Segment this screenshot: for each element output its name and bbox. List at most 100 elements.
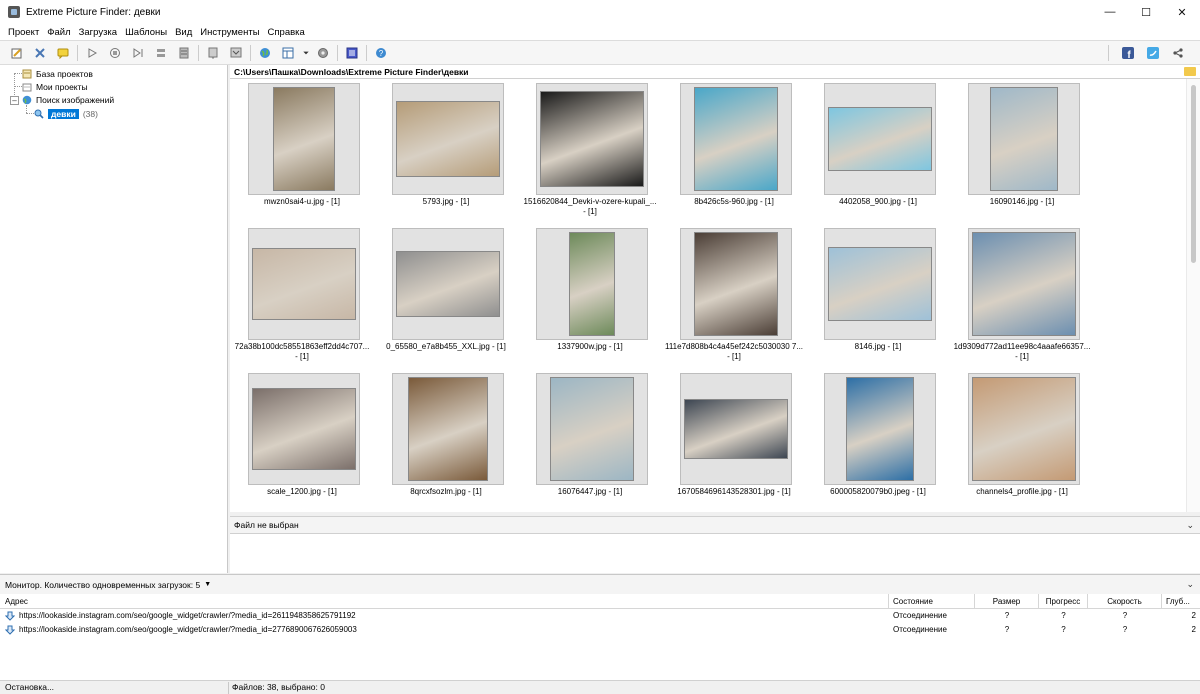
list-button[interactable] <box>175 44 193 62</box>
close-button[interactable]: ✕ <box>1164 0 1200 24</box>
thumbnail-frame[interactable] <box>248 373 360 485</box>
thumbnail-frame[interactable] <box>680 373 792 485</box>
column-state[interactable]: Состояние <box>889 594 975 609</box>
thumbnail-item[interactable]: 1d9309d772ad11ee98c4aaafe66357... - [1] <box>950 226 1090 366</box>
twitter-button[interactable] <box>1144 44 1162 62</box>
menu-help[interactable]: Справка <box>264 27 309 38</box>
thumbnail-item[interactable]: mwzn0sai4-u.jpg - [1] <box>230 81 366 221</box>
facebook-button[interactable]: f <box>1119 44 1137 62</box>
templates-button[interactable] <box>227 44 245 62</box>
start-button[interactable] <box>83 44 101 62</box>
template-button[interactable] <box>204 44 222 62</box>
column-speed[interactable]: Скорость <box>1088 594 1162 609</box>
tree-item-my-projects[interactable]: Мои проекты <box>22 80 88 93</box>
folder-icon[interactable] <box>1184 67 1196 76</box>
download-row[interactable]: https://lookaside.instagram.com/seo/goog… <box>0 609 1200 622</box>
tree-expander[interactable]: – <box>10 96 19 105</box>
thumbnail-image[interactable] <box>972 377 1076 481</box>
column-progress[interactable]: Прогресс <box>1039 594 1088 609</box>
thumbnail-image[interactable] <box>550 377 634 481</box>
thumbnail-frame[interactable] <box>536 83 648 195</box>
thumbnail-image[interactable] <box>828 107 932 171</box>
minimize-button[interactable]: — <box>1092 0 1128 24</box>
thumbnail-image[interactable] <box>828 247 932 321</box>
thumbnail-item[interactable]: 8146.jpg - [1] <box>806 226 942 366</box>
maximize-button[interactable]: ☐ <box>1128 0 1164 24</box>
stack-button[interactable] <box>152 44 170 62</box>
thumbnail-frame[interactable] <box>968 83 1080 195</box>
settings-button[interactable] <box>314 44 332 62</box>
thumbnail-frame[interactable] <box>968 228 1080 340</box>
column-depth[interactable]: Глуб... <box>1162 594 1200 609</box>
thumbnail-frame[interactable] <box>536 228 648 340</box>
tree-item-image-search[interactable]: Поиск изображений <box>22 93 114 106</box>
thumbnail-item[interactable]: 1337900w.jpg - [1] <box>518 226 654 366</box>
edit-button[interactable] <box>8 44 26 62</box>
thumbnail-item[interactable]: 16076447.jpg - [1] <box>518 371 654 511</box>
thumbnail-image[interactable] <box>408 377 488 481</box>
thumbnail-frame[interactable] <box>968 373 1080 485</box>
chevron-down-icon[interactable]: ⌄ <box>1186 579 1194 590</box>
thumbnail-image[interactable] <box>273 87 335 191</box>
download-row[interactable]: https://lookaside.instagram.com/seo/goog… <box>0 623 1200 636</box>
menu-download[interactable]: Загрузка <box>75 27 121 38</box>
comment-button[interactable] <box>54 44 72 62</box>
thumbnail-item[interactable]: 16090146.jpg - [1] <box>950 81 1086 221</box>
globe-button[interactable] <box>256 44 274 62</box>
thumbnail-frame[interactable] <box>248 83 360 195</box>
gallery-scrollbar[interactable] <box>1186 79 1200 512</box>
thumbnail-item[interactable]: 1516620844_Devki-v-ozere-kupali_... - [1] <box>518 81 656 221</box>
thumbnail-frame[interactable] <box>248 228 360 340</box>
thumbnail-item[interactable]: 1670584696143528301.jpg - [1] <box>662 371 798 511</box>
tree-item-devki[interactable]: девки (38) <box>34 107 98 120</box>
dropdown-arrow[interactable] <box>302 44 310 62</box>
thumbnail-item[interactable]: 111e7d808b4c4a45ef242c5030030 7... - [1] <box>662 226 803 366</box>
thumbnail-frame[interactable] <box>824 373 936 485</box>
thumbnail-image[interactable] <box>569 232 615 336</box>
menu-project[interactable]: Проект <box>4 27 43 38</box>
thumbnail-image[interactable] <box>684 399 788 459</box>
scrollbar-thumb[interactable] <box>1191 85 1196 263</box>
stop-button[interactable] <box>106 44 124 62</box>
thumbnail-frame[interactable] <box>824 83 936 195</box>
thumbnail-image[interactable] <box>252 248 356 320</box>
column-size[interactable]: Размер <box>975 594 1039 609</box>
help-button[interactable]: ? <box>372 44 390 62</box>
thumbnail-item[interactable]: 5793.jpg - [1] <box>374 81 510 221</box>
thumbnail-frame[interactable] <box>392 83 504 195</box>
thumbnail-image[interactable] <box>252 388 356 470</box>
thumbnail-frame[interactable] <box>392 373 504 485</box>
menu-file[interactable]: Файл <box>43 27 74 38</box>
thumbnail-item[interactable]: scale_1200.jpg - [1] <box>230 371 366 511</box>
thumbnail-item[interactable]: 8qrcxfsozlm.jpg - [1] <box>374 371 510 511</box>
tools-button[interactable] <box>31 44 49 62</box>
file-info-header[interactable]: Файл не выбран ⌄ <box>230 516 1200 534</box>
menu-templates[interactable]: Шаблоны <box>121 27 171 38</box>
thumbnail-image[interactable] <box>990 87 1058 191</box>
thumbnail-item[interactable]: 600005820079b0.jpeg - [1] <box>806 371 942 511</box>
thumbnail-image[interactable] <box>694 87 778 191</box>
thumbnail-image[interactable] <box>972 232 1076 336</box>
thumbnail-image[interactable] <box>396 101 500 177</box>
thumbnail-image[interactable] <box>396 251 500 317</box>
download-monitor-header[interactable]: Монитор. Количество одновременных загруз… <box>0 574 1200 594</box>
thumbnail-item[interactable]: channels4_profile.jpg - [1] <box>950 371 1086 511</box>
thumbnail-item[interactable]: 72a38b100dc58551863eff2dd4c707... - [1] <box>230 226 369 366</box>
play-next-button[interactable] <box>129 44 147 62</box>
chevron-down-icon[interactable]: ⌄ <box>1186 520 1194 531</box>
share-button[interactable] <box>1169 44 1187 62</box>
column-address[interactable]: Адрес <box>0 594 889 609</box>
thumbnail-frame[interactable] <box>680 228 792 340</box>
monitor-button[interactable] <box>343 44 361 62</box>
thumbnail-frame[interactable] <box>392 228 504 340</box>
thumbnail-frame[interactable] <box>680 83 792 195</box>
thumbnail-frame[interactable] <box>824 228 936 340</box>
caret-down-icon[interactable]: ▼ <box>204 581 211 588</box>
thumbnail-item[interactable]: 0_65580_e7a8b455_XXL.jpg - [1] <box>374 226 510 366</box>
thumbnail-image[interactable] <box>694 232 778 336</box>
menu-tools[interactable]: Инструменты <box>196 27 263 38</box>
thumbnail-item[interactable]: 8b426c5s-960.jpg - [1] <box>662 81 798 221</box>
thumbnail-image[interactable] <box>846 377 914 481</box>
thumbnail-image[interactable] <box>540 91 644 187</box>
thumbnail-frame[interactable] <box>536 373 648 485</box>
